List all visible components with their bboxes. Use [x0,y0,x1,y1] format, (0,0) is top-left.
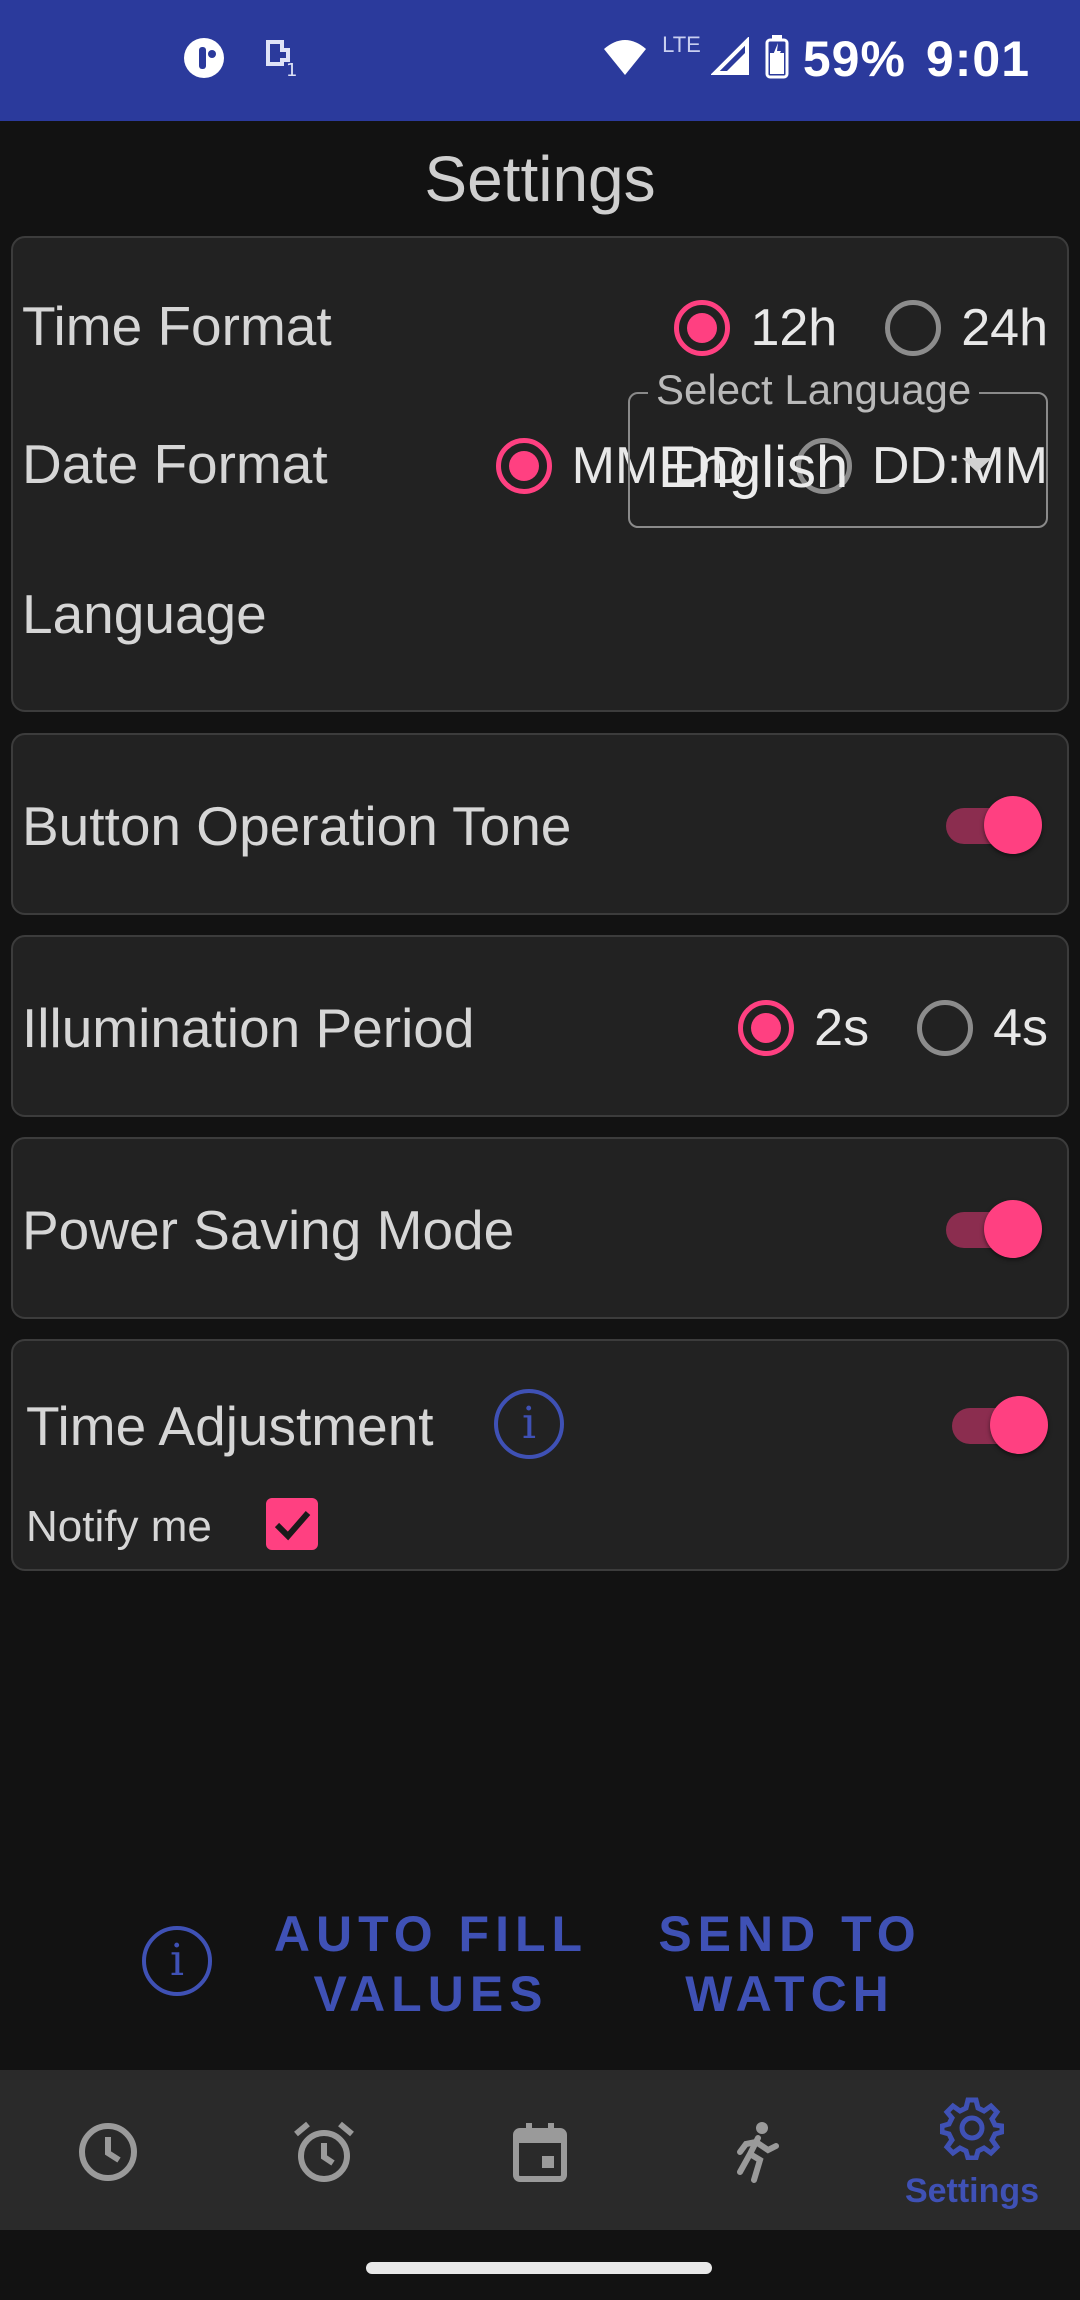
radio-label: 4s [993,999,1048,1057]
dropdown-arrow-icon [962,458,992,472]
radio-unchecked-icon [917,1000,974,1056]
gear-icon [940,2097,1004,2160]
sync-icon: 1 [262,38,298,83]
info-icon[interactable]: i [494,1389,564,1459]
nav-label-settings: Settings [904,2172,1040,2210]
radio-label: 12h [750,299,838,357]
radio-checked-icon [738,1000,795,1056]
time-format-option-12h[interactable]: 12h [674,298,837,358]
notify-me-checkbox[interactable] [266,1498,318,1550]
alarm-clock-icon [294,2121,354,2182]
clock-time: 9:01 [925,31,1030,87]
time-format-option-24h[interactable]: 24h [885,298,1048,358]
calendar-icon [513,2123,567,2182]
time-adjustment-label: Time Adjustment [26,1395,434,1457]
nav-item-settings[interactable]: Settings [864,2070,1080,2230]
send-to-watch-line-2: WATCH [685,1966,895,2022]
language-select-value: English [658,435,849,500]
send-to-watch-button[interactable]: SEND TO WATCH [640,1904,940,2024]
battery-percent: 59% [802,31,906,87]
checkmark-icon [274,1511,311,1541]
language-select[interactable]: Select Language English [628,366,1048,528]
network-type-label: LTE [662,32,701,57]
radio-unchecked-icon [885,300,942,356]
wifi-icon [602,37,648,82]
toggle-thumb [990,1396,1048,1454]
nav-item-alarms[interactable] [216,2070,432,2230]
page-title: Settings [424,143,656,215]
toggle-thumb [984,1200,1042,1258]
battery-icon [765,34,789,84]
radio-label: 24h [961,299,1048,357]
nav-item-time[interactable] [0,2070,216,2230]
button-tone-label: Button Operation Tone [22,795,572,857]
illumination-label: Illumination Period [22,997,475,1059]
radio-label: 2s [814,999,870,1057]
radio-checked-icon [495,438,552,494]
time-format-label: Time Format [22,295,332,357]
power-saving-toggle[interactable] [946,1200,1042,1258]
auto-fill-line-2: VALUES [313,1966,549,2022]
illumination-option-4s[interactable]: 4s [917,998,1048,1058]
power-saving-label: Power Saving Mode [22,1199,515,1261]
time-adjustment-toggle[interactable] [952,1396,1048,1454]
app-notification-icon [182,36,226,85]
send-to-watch-line-1: SEND TO [658,1906,922,1962]
auto-fill-line-1: AUTO FILL [273,1906,589,1962]
nav-item-events[interactable] [432,2070,648,2230]
language-label: Language [22,583,267,645]
clock-icon [79,2123,137,2181]
status-bar: 1 LTE 59% 9:01 [0,0,1080,121]
language-select-label: Select Language [648,366,980,414]
running-person-icon [737,2122,779,2183]
cell-signal-icon [710,35,751,82]
actions-info-icon[interactable]: i [142,1926,212,1996]
gesture-navigation-bar[interactable] [366,2262,712,2274]
button-tone-toggle[interactable] [946,796,1042,854]
bottom-navigation: Settings [0,2070,1080,2230]
auto-fill-values-button[interactable]: AUTO FILL VALUES [266,1904,596,2024]
notify-me-label: Notify me [26,1502,212,1551]
toggle-thumb [984,796,1042,854]
date-format-label: Date Format [22,433,328,495]
illumination-radio-group: 2s 4s [738,998,1048,1058]
radio-checked-icon [674,300,731,356]
time-format-radio-group: 12h 24h [674,298,1048,358]
nav-item-activity[interactable] [648,2070,864,2230]
svg-text:1: 1 [286,60,297,78]
illumination-option-2s[interactable]: 2s [738,998,869,1058]
